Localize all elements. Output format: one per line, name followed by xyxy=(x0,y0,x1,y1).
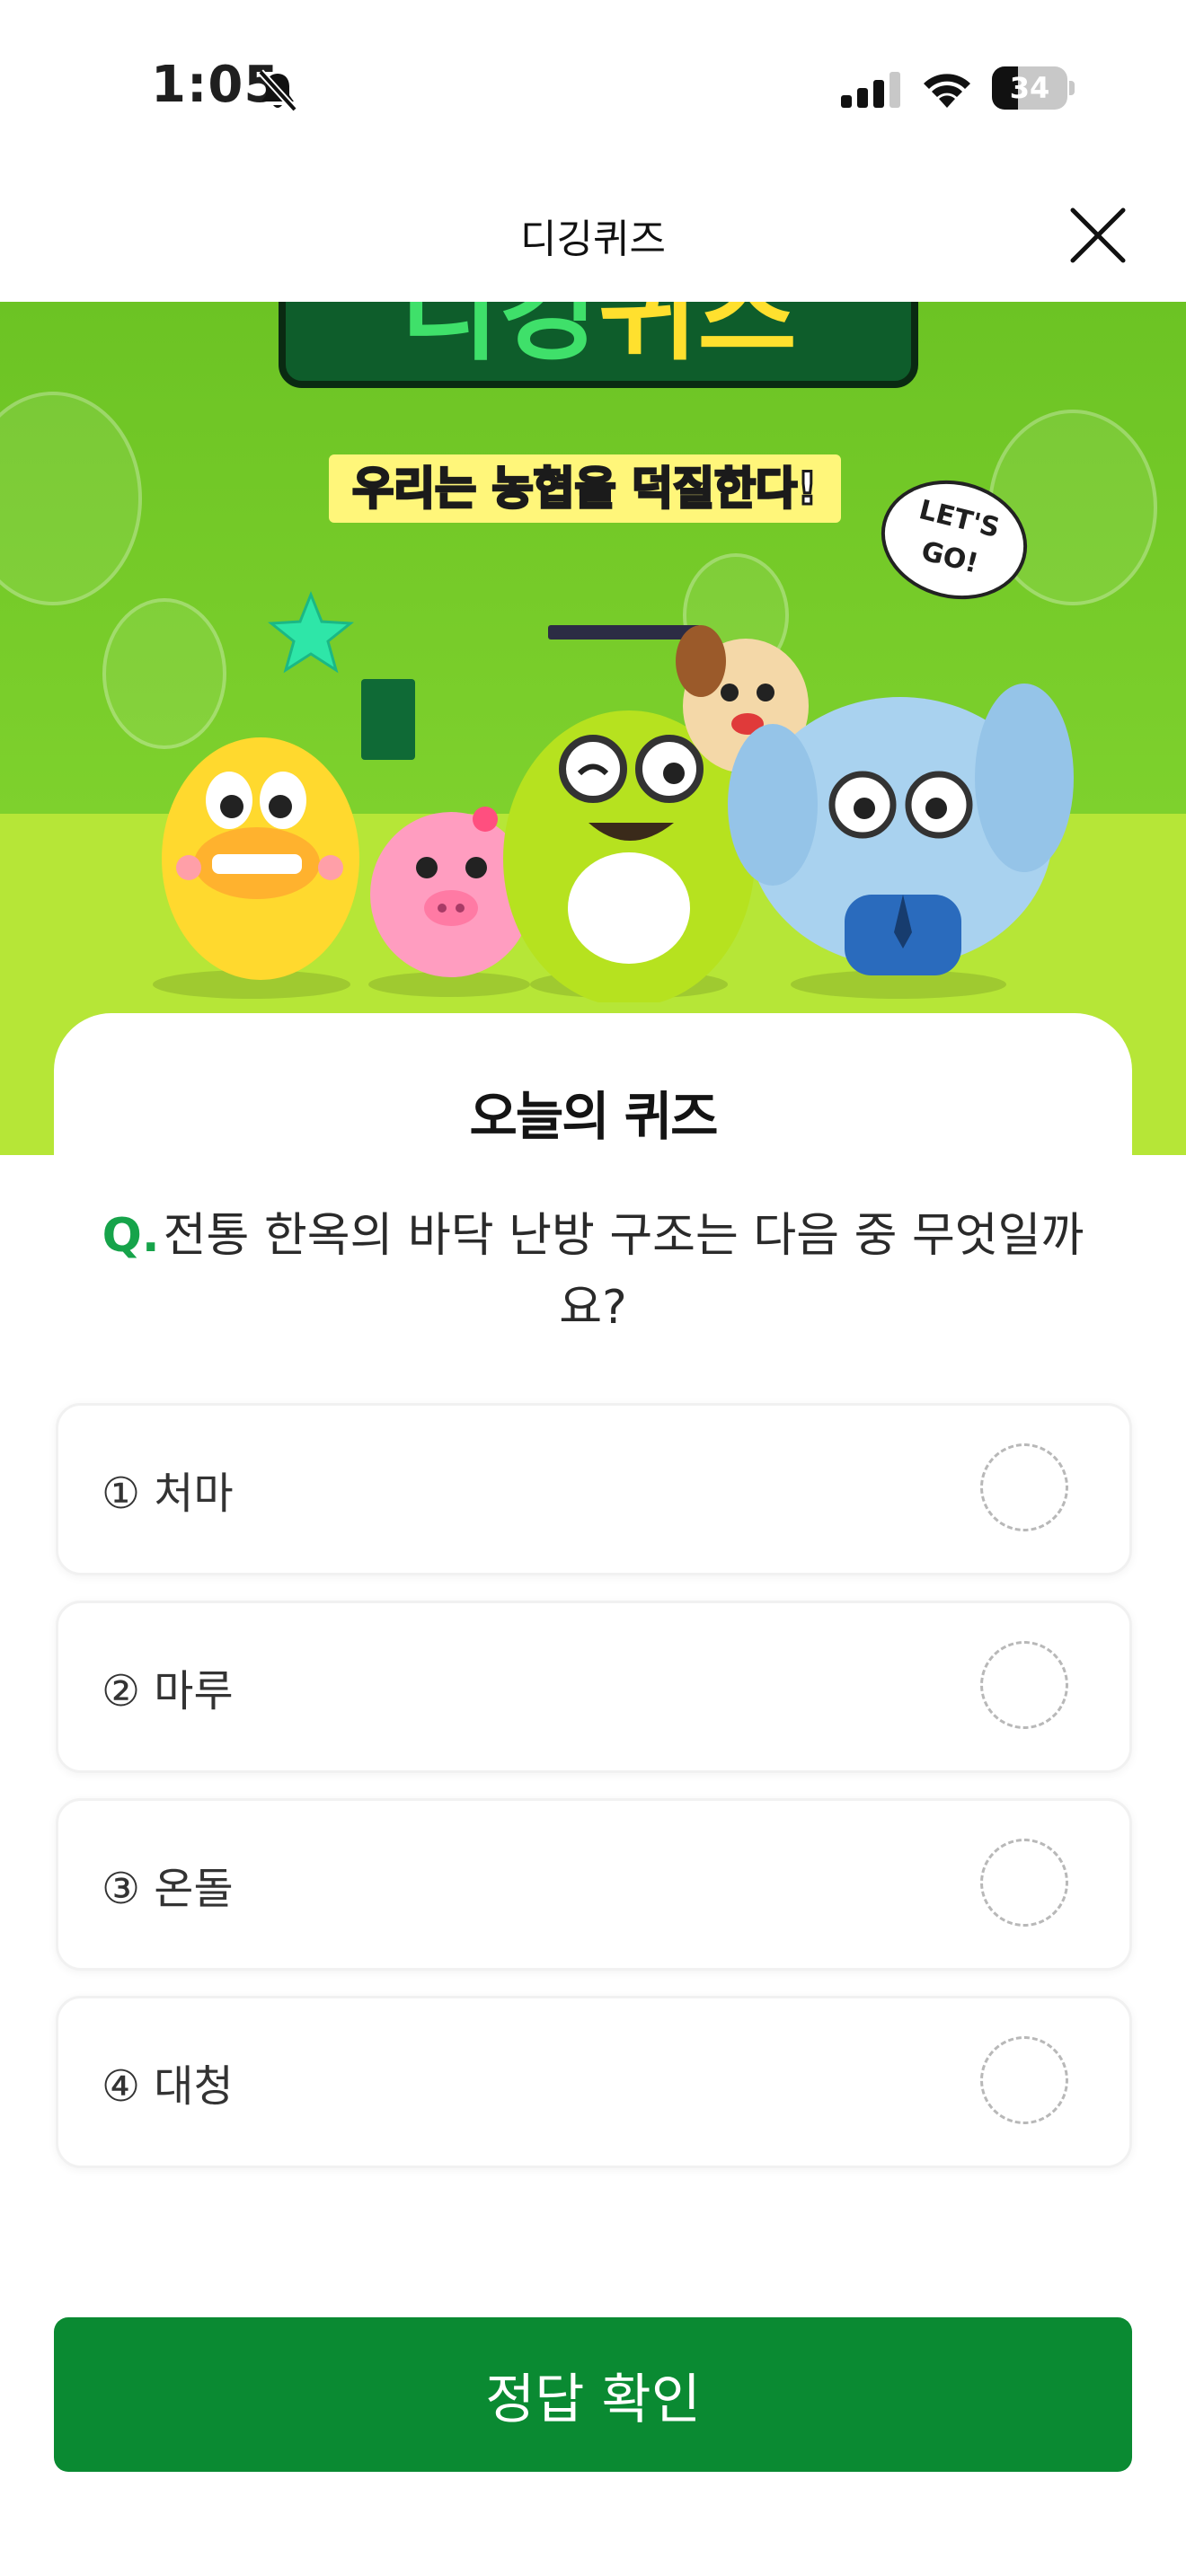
close-icon[interactable] xyxy=(1066,203,1130,268)
check-answer-button[interactable]: 정답 확인 xyxy=(54,2317,1132,2472)
card-title-text: 오늘의 퀴즈 xyxy=(460,1074,726,1150)
mascot-characters-illustration xyxy=(153,625,1074,1002)
answer-option-3[interactable]: ③ 온돌 xyxy=(56,1798,1132,1971)
question: Q.전통 한옥의 바닥 난방 구조는 다음 중 무엇일까요? xyxy=(99,1200,1087,1344)
header: 디깅퀴즈 xyxy=(0,171,1186,302)
option-radio[interactable] xyxy=(980,1839,1068,1927)
question-prefix: Q. xyxy=(102,1209,160,1263)
option-label: ③ 온돌 xyxy=(102,1864,234,1914)
card-title: 오늘의 퀴즈 xyxy=(0,1074,1186,1150)
question-text: 전통 한옥의 바닥 난방 구조는 다음 중 무엇일까요? xyxy=(163,1209,1084,1335)
option-radio[interactable] xyxy=(980,1641,1068,1729)
answer-option-1[interactable]: ① 처마 xyxy=(56,1403,1132,1575)
option-label: ② 마루 xyxy=(102,1666,234,1716)
option-radio[interactable] xyxy=(980,2036,1068,2124)
battery-level: 34 xyxy=(1009,71,1050,105)
status-bar: 1:05 34 xyxy=(0,0,1186,171)
battery-indicator: 34 xyxy=(992,66,1075,110)
banner-slogan: 우리는 농협을 덕질한다! xyxy=(329,454,841,523)
banner-logo: 디깅퀴즈 xyxy=(279,302,918,388)
option-radio[interactable] xyxy=(980,1443,1068,1531)
signal-icon xyxy=(841,72,900,108)
option-label: ④ 대청 xyxy=(102,2061,234,2112)
bell-slash-icon xyxy=(258,69,297,112)
answer-option-2[interactable]: ② 마루 xyxy=(56,1601,1132,1773)
page-title: 디깅퀴즈 xyxy=(520,216,666,262)
option-label: ① 처마 xyxy=(102,1469,234,1519)
wifi-icon xyxy=(924,74,970,108)
answer-option-4[interactable]: ④ 대청 xyxy=(56,1996,1132,2168)
